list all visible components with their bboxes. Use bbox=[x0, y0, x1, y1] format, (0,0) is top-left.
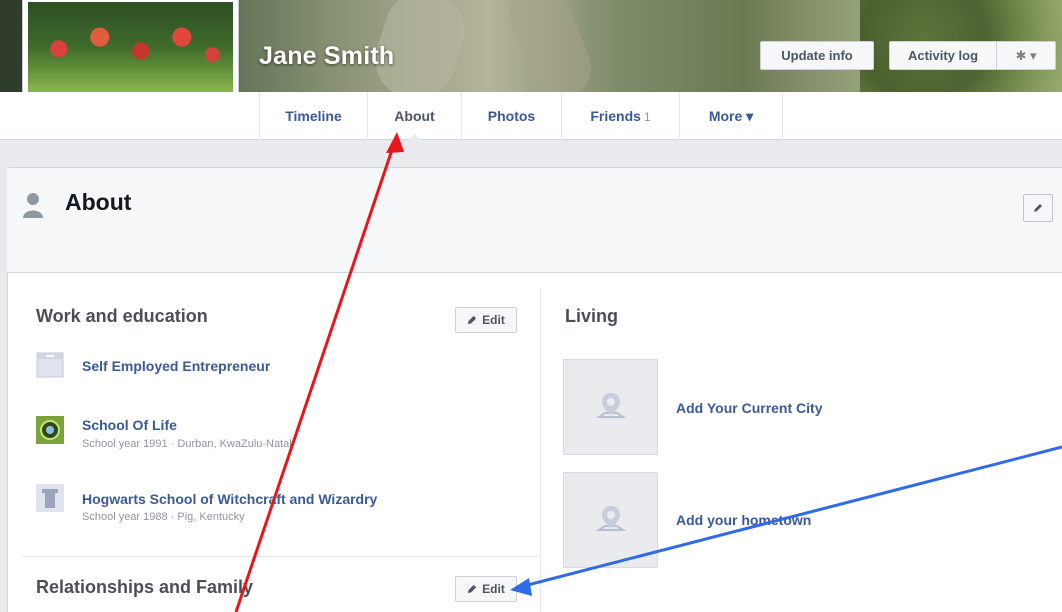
about-header bbox=[7, 168, 1062, 273]
tab-friends-label: Friends bbox=[590, 108, 641, 124]
school-logo-icon bbox=[36, 416, 64, 444]
hometown-placeholder[interactable] bbox=[563, 472, 658, 568]
tab-more-label: More ▾ bbox=[708, 108, 754, 124]
pencil-icon bbox=[467, 584, 477, 594]
tab-about[interactable]: About bbox=[367, 92, 461, 141]
school-entry-detail: School year 1991 · Durban, KwaZulu-Natal bbox=[82, 438, 292, 450]
work-entry-name[interactable]: Self Employed Entrepreneur bbox=[82, 358, 270, 374]
tab-photos[interactable]: Photos bbox=[461, 92, 561, 140]
pencil-icon bbox=[1034, 204, 1042, 212]
school-entry-detail: School year 1988 · Pig, Kentucky bbox=[82, 511, 245, 523]
add-hometown-link[interactable]: Add your hometown bbox=[676, 512, 811, 528]
current-city-placeholder[interactable] bbox=[563, 359, 658, 455]
pencil-icon bbox=[467, 315, 477, 325]
tab-about-label: About bbox=[394, 108, 435, 124]
edit-work-label: Edit bbox=[482, 313, 505, 327]
tab-timeline-label: Timeline bbox=[285, 108, 342, 124]
edit-about-button[interactable] bbox=[1023, 194, 1053, 222]
tab-friends[interactable]: Friends 1 bbox=[561, 92, 679, 140]
tab-timeline[interactable]: Timeline bbox=[259, 92, 367, 140]
map-pin-icon bbox=[595, 506, 626, 531]
edit-relationships-label: Edit bbox=[482, 582, 505, 596]
activity-log-button[interactable]: Activity log bbox=[889, 41, 997, 70]
update-info-button[interactable]: Update info bbox=[760, 41, 874, 70]
school-entry-name[interactable]: Hogwarts School of Witchcraft and Wizard… bbox=[82, 491, 377, 507]
briefcase-icon bbox=[36, 352, 64, 378]
school-entry-name[interactable]: School Of Life bbox=[82, 417, 177, 433]
work-education-title: Work and education bbox=[36, 306, 208, 326]
living-title: Living bbox=[565, 306, 618, 326]
map-pin-icon bbox=[595, 393, 626, 418]
tab-more[interactable]: More ▾ bbox=[679, 92, 783, 140]
about-title: About bbox=[65, 189, 132, 215]
column-divider bbox=[540, 288, 541, 612]
edit-work-button[interactable]: Edit bbox=[455, 307, 517, 333]
school-building-icon bbox=[36, 484, 64, 512]
section-divider bbox=[22, 556, 539, 557]
profile-name: Jane Smith bbox=[259, 42, 395, 70]
settings-gear-button[interactable]: ✱ ▾ bbox=[996, 41, 1056, 70]
friends-count: 1 bbox=[643, 110, 651, 124]
add-current-city-link[interactable]: Add Your Current City bbox=[676, 400, 823, 416]
edit-relationships-button[interactable]: Edit bbox=[455, 576, 517, 602]
tab-photos-label: Photos bbox=[487, 108, 536, 124]
person-icon bbox=[23, 193, 43, 218]
relationships-title: Relationships and Family bbox=[36, 577, 254, 597]
